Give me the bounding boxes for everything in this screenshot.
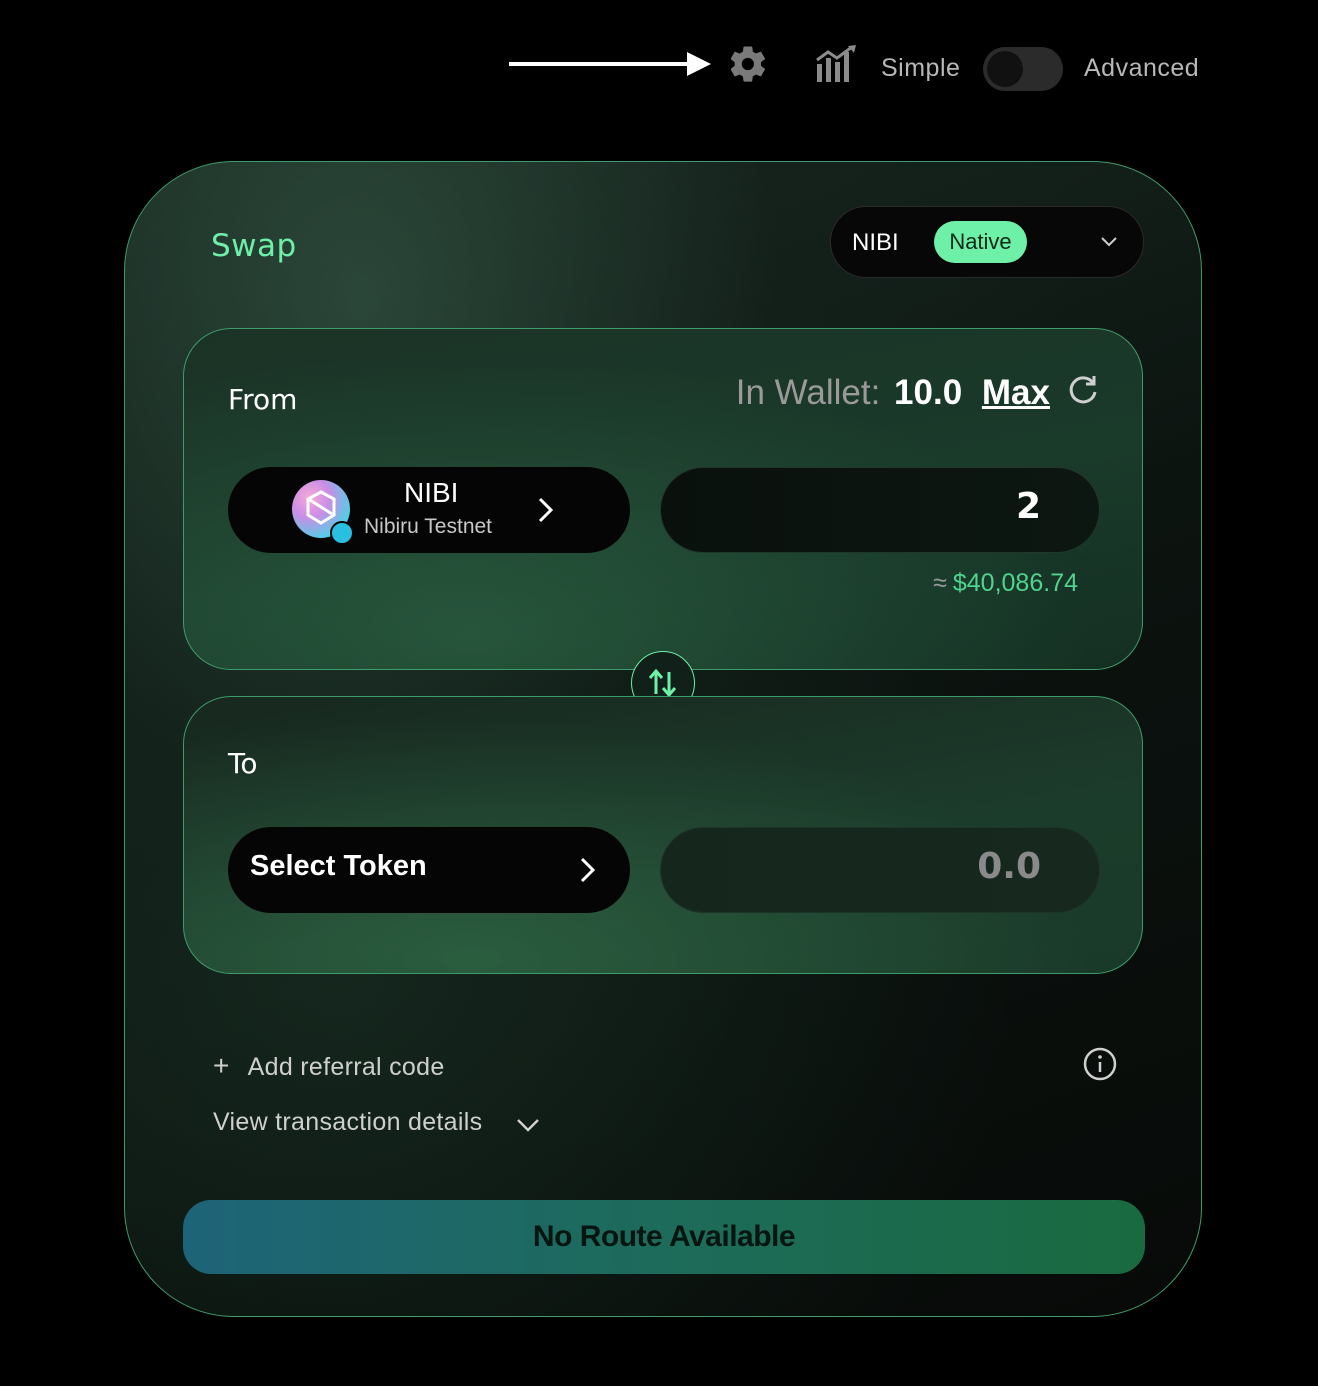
wallet-amount: 10.0 <box>894 373 963 412</box>
from-amount-input[interactable]: 2 <box>660 467 1100 553</box>
chevron-right-icon <box>580 857 596 883</box>
chevron-down-icon[interactable] <box>515 1116 541 1134</box>
from-amount-value: 2 <box>1015 486 1041 527</box>
from-panel: From In Wallet: 10.0 Max NIBI Nibiru Tes… <box>183 328 1143 670</box>
chevron-down-icon <box>1101 237 1117 247</box>
from-token-button[interactable]: NIBI Nibiru Testnet <box>228 467 630 553</box>
arrow-head <box>687 52 711 76</box>
usd-amount: $40,086.74 <box>952 569 1078 597</box>
refresh-icon[interactable] <box>1066 373 1100 407</box>
to-amount-value: 0.0 <box>977 846 1041 887</box>
from-token-network: Nibiru Testnet <box>364 515 493 538</box>
chevron-right-icon <box>538 497 554 523</box>
from-token-symbol: NIBI <box>404 477 459 508</box>
chain-name: NIBI <box>852 229 899 256</box>
plus-icon: + <box>213 1050 230 1081</box>
add-referral-button[interactable]: + Add referral code <box>213 1050 445 1082</box>
mode-toggle[interactable] <box>983 47 1063 91</box>
to-panel: To Select Token 0.0 <box>183 696 1143 974</box>
gear-icon[interactable] <box>727 43 769 85</box>
submit-swap-button[interactable]: No Route Available <box>183 1200 1145 1274</box>
referral-label: Add referral code <box>247 1053 445 1081</box>
native-badge: Native <box>934 221 1027 263</box>
swap-title: Swap <box>211 228 297 264</box>
toggle-knob <box>987 51 1023 87</box>
wallet-balance: In Wallet: 10.0 Max <box>736 373 1050 413</box>
to-amount-input[interactable]: 0.0 <box>660 827 1100 913</box>
view-tx-details-button[interactable]: View transaction details <box>213 1108 482 1137</box>
to-label: To <box>228 747 258 780</box>
usd-value: ≈ $40,086.74 <box>933 569 1078 598</box>
from-label: From <box>228 383 298 416</box>
chart-icon[interactable] <box>814 44 858 84</box>
info-icon[interactable] <box>1082 1046 1118 1082</box>
select-token-button[interactable]: Select Token <box>228 827 630 913</box>
swap-arrows-icon <box>648 668 677 698</box>
select-token-label: Select Token <box>250 850 427 882</box>
wallet-label: In Wallet: <box>735 373 881 412</box>
swap-card: Swap NIBI Native From In Wallet: 10.0 Ma… <box>124 161 1202 1317</box>
mode-advanced-label[interactable]: Advanced <box>1084 54 1199 83</box>
chain-selector[interactable]: NIBI Native <box>830 206 1144 278</box>
network-badge-icon <box>330 521 354 545</box>
max-button[interactable]: Max <box>982 373 1050 412</box>
top-bar: Simple Advanced <box>0 36 1318 106</box>
arrow-right-icon <box>509 62 691 66</box>
mode-simple-label[interactable]: Simple <box>881 54 960 83</box>
approx-symbol: ≈ <box>933 569 947 597</box>
